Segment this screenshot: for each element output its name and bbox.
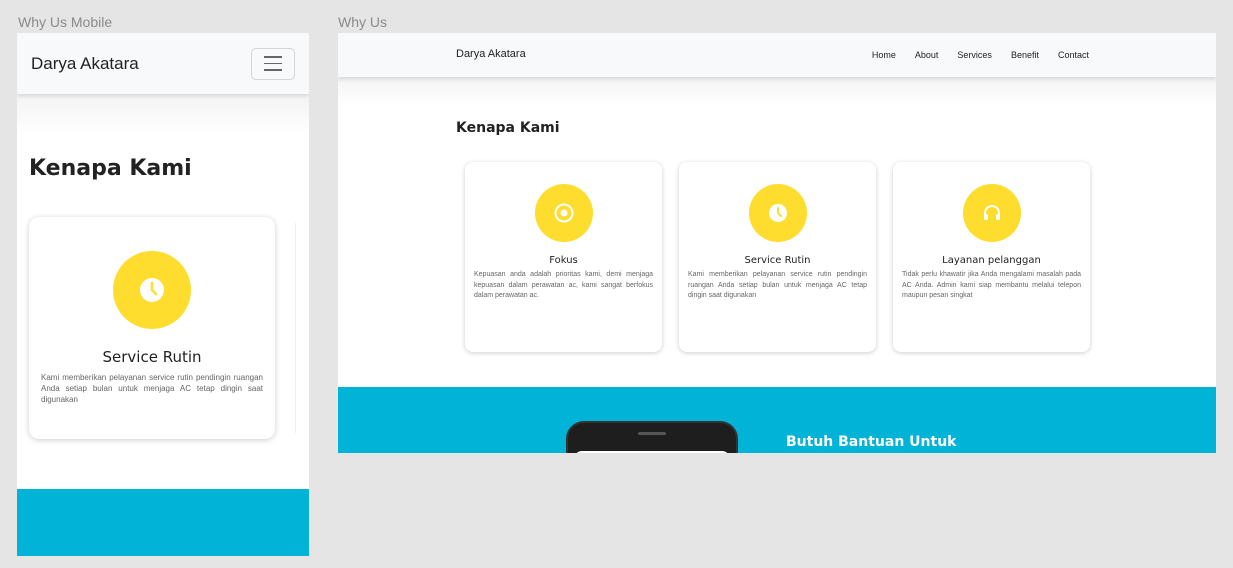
card-title: Fokus: [549, 255, 578, 266]
icon-circle: [962, 184, 1021, 242]
icon-circle: [113, 251, 191, 329]
brand-link[interactable]: Darya Akatara: [31, 54, 139, 74]
nav-link-services[interactable]: Services: [957, 50, 992, 60]
card-text: Kami memberikan pelayanan service rutin …: [41, 373, 263, 404]
nav-link-contact[interactable]: Contact: [1058, 50, 1089, 60]
hamburger-icon: [264, 69, 282, 71]
card-title: Service Rutin: [744, 255, 811, 266]
section-title: Kenapa Kami: [29, 156, 192, 181]
hamburger-icon: [264, 56, 282, 58]
help-section-band: [17, 489, 309, 556]
nav-menu: Home About Services Benefit Contact: [853, 50, 1089, 60]
desktop-artboard: Darya Akatara Home About Services Benefi…: [338, 33, 1216, 453]
headphones-icon: [983, 205, 1000, 220]
feature-card-layanan-pelanggan: Layanan pelanggan Tidak perlu khawatir j…: [893, 162, 1090, 352]
feature-card-service-rutin: Service Rutin Kami memberikan pelayanan …: [679, 162, 876, 352]
mobile-artboard: Darya Akatara Kenapa Kami Service Rutin …: [17, 33, 309, 556]
card-text: Kami memberikan pelayanan service rutin …: [688, 271, 867, 299]
icon-circle: [748, 184, 807, 242]
frame-label-desktop: Why Us: [338, 14, 387, 30]
nav-link-about[interactable]: About: [915, 50, 939, 60]
desktop-navbar: Darya Akatara Home About Services Benefi…: [338, 33, 1216, 77]
section-top-fade: [17, 94, 309, 134]
clock-icon: [140, 278, 164, 302]
nav-link-benefit[interactable]: Benefit: [1011, 50, 1039, 60]
feature-card-service-rutin: Service Rutin Kami memberikan pelayanan …: [29, 217, 275, 439]
frame-label-mobile: Why Us Mobile: [18, 14, 113, 30]
mobile-navbar: Darya Akatara: [17, 33, 309, 94]
card-text: Kepuasan anda adalah prioritas kami, dem…: [474, 271, 653, 299]
target-icon: [554, 203, 573, 223]
clock-icon: [768, 204, 787, 222]
next-card-edge: [295, 223, 299, 433]
card-title: Service Rutin: [102, 348, 202, 366]
section-top-fade: [338, 77, 1216, 105]
menu-toggle-button[interactable]: [251, 47, 295, 80]
phone-mockup-image: [566, 421, 738, 453]
phone-speaker: [638, 432, 666, 435]
nav-link-home[interactable]: Home: [872, 50, 896, 60]
help-section-title: Butuh Bantuan Untuk: [786, 434, 957, 450]
help-section-band: Butuh Bantuan Untuk: [338, 387, 1216, 453]
section-title: Kenapa Kami: [456, 120, 560, 136]
card-title: Layanan pelanggan: [942, 255, 1041, 266]
brand-link[interactable]: Darya Akatara: [456, 48, 526, 60]
icon-circle: [534, 184, 593, 242]
hamburger-icon: [264, 62, 282, 65]
phone-screen: [574, 451, 730, 453]
feature-card-fokus: Fokus Kepuasan anda adalah prioritas kam…: [465, 162, 662, 352]
card-text: Tidak perlu khawatir jika Anda mengalami…: [902, 271, 1081, 299]
